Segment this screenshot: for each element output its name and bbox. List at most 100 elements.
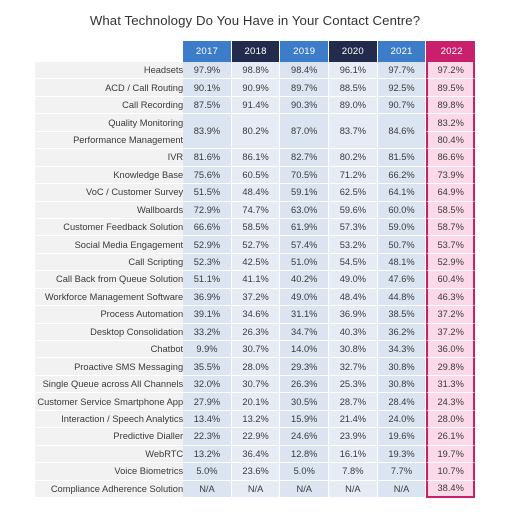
- cell-2020: 32.7%: [329, 358, 378, 376]
- row-label: Compliance Adherence Solution: [35, 480, 184, 498]
- cell-2020: 59.6%: [329, 201, 378, 219]
- cell-2020: 48.4%: [329, 288, 378, 307]
- cell-2018: N/A: [231, 480, 281, 498]
- cell-2018: 20.1%: [231, 393, 281, 411]
- row-label: Customer Service Smartphone App: [35, 393, 184, 411]
- table-row: Call Back from Queue Solution 51.1% 41.1% 4…: [35, 271, 475, 289]
- table-row: Proactive SMS Messaging 35.5% 28.0% 29.3% 32…: [35, 358, 475, 376]
- header-row: 2017 2018 2019 2020 2021 2022: [35, 41, 475, 62]
- cell-2018: 58.5%: [231, 218, 281, 237]
- cell-2019: 98.4%: [280, 62, 330, 80]
- cell-2017: 97.9%: [183, 62, 232, 80]
- cell-2017: 33.2%: [183, 323, 232, 341]
- cell-2017: 87.5%: [183, 96, 232, 115]
- cell-2021: 34.3%: [377, 341, 427, 359]
- cell-2019: 24.6%: [280, 428, 330, 446]
- cell-2019: 29.3%: [280, 358, 330, 376]
- cell-2022: 26.1%: [426, 428, 475, 446]
- column-header-2021: 2021: [377, 41, 427, 62]
- table-row: Call Recording 87.5% 91.4% 90.3% 89.0% 90.7% 8…: [35, 96, 475, 115]
- cell-2019: 40.2%: [280, 271, 330, 289]
- cell-2019: 90.3%: [280, 96, 330, 115]
- cell-2019: 57.4%: [280, 236, 330, 254]
- row-label: Quality Monitoring: [35, 114, 184, 132]
- table-row: Workforce Management Software 36.9% 37.2% 4…: [35, 288, 475, 307]
- cell-2018: 28.0%: [231, 358, 281, 376]
- cell-2017: 75.6%: [183, 166, 232, 185]
- table-row: Quality Monitoring 83.9% 80.2% 87.0% 83.7% 84…: [35, 114, 475, 150]
- cell-2021: 30.8%: [377, 358, 427, 376]
- cell-2020: 71.2%: [329, 166, 378, 185]
- cell-2021: N/A: [377, 480, 427, 498]
- cell-2020: 62.5%: [329, 184, 378, 202]
- row-label: Knowledge Base: [35, 166, 184, 185]
- row-label: Wallboards: [35, 201, 184, 219]
- table-page: What Technology Do You Have in Your Cont…: [0, 0, 510, 515]
- cell-2018: 91.4%: [231, 96, 281, 115]
- cell-2022: 83.2%: [426, 114, 475, 132]
- cell-2022: 97.2%: [426, 62, 475, 80]
- cell-2019: 30.5%: [280, 393, 330, 411]
- cell-2022: 37.2%: [426, 306, 475, 324]
- table-row: Process Automation 39.1% 34.6% 31.1% 36.9% 38…: [35, 306, 475, 324]
- cell-2017: 5.0%: [183, 463, 232, 481]
- column-header-2022: 2022: [426, 41, 475, 62]
- table-row: Desktop Consolidation 33.2% 26.3% 34.7% 40.3…: [35, 323, 475, 341]
- cell-2017: 90.1%: [183, 79, 232, 97]
- cell-2017: 39.1%: [183, 306, 232, 324]
- cell-2017: 32.0%: [183, 375, 232, 394]
- row-label: Headsets: [35, 62, 184, 80]
- cell-2021: 19.3%: [377, 445, 427, 464]
- cell-2022: 53.7%: [426, 236, 475, 254]
- header-corner-cell: [35, 41, 184, 62]
- cell-2020: 21.4%: [329, 410, 378, 429]
- table-row: Voice Biometrics 5.0% 23.6% 5.0% 7.8% 7.7% 10.…: [35, 463, 475, 481]
- cell-2019: 82.7%: [280, 149, 330, 167]
- cell-2017: 13.4%: [183, 410, 232, 429]
- row-label: Single Queue across All Channels: [35, 375, 184, 394]
- row-label: Process Automation: [35, 306, 184, 324]
- cell-2022: 31.3%: [426, 375, 475, 394]
- cell-2019: 49.0%: [280, 288, 330, 307]
- column-header-2020: 2020: [329, 41, 378, 62]
- cell-2018: 80.2%: [231, 114, 281, 150]
- cell-2022: 58.7%: [426, 218, 475, 237]
- cell-2017: N/A: [183, 480, 232, 498]
- row-label: Voice Biometrics: [35, 463, 184, 481]
- cell-2022: 24.3%: [426, 393, 475, 411]
- cell-2018: 23.6%: [231, 463, 281, 481]
- table-body: Headsets 97.9% 98.8% 98.4% 96.1% 97.7% 97.2% AC…: [35, 62, 475, 498]
- cell-2022: 86.6%: [426, 149, 475, 167]
- cell-2019: 87.0%: [280, 114, 330, 150]
- cell-2021: 97.7%: [377, 62, 427, 80]
- table-row: Predictive Dialler 22.3% 22.9% 24.6% 23.9% 19…: [35, 428, 475, 446]
- row-label: ACD / Call Routing: [35, 79, 184, 97]
- page-title: What Technology Do You Have in Your Cont…: [89, 13, 421, 28]
- cell-2022: 38.4%: [426, 480, 475, 498]
- cell-2020: 25.3%: [329, 375, 378, 394]
- table-row: Knowledge Base 75.6% 60.5% 70.5% 71.2% 66.2% 7…: [35, 166, 475, 185]
- cell-2019: 26.3%: [280, 375, 330, 394]
- cell-2019: 51.0%: [280, 253, 330, 272]
- cell-2020: 16.1%: [329, 445, 378, 464]
- table-row: Customer Service Smartphone App 27.9% 20.1…: [35, 393, 475, 411]
- cell-2021: 66.2%: [377, 166, 427, 185]
- technology-table-container: 2017 2018 2019 2020 2021 2022 Headsets 97…: [35, 41, 475, 498]
- cell-2022: 46.3%: [426, 288, 475, 307]
- cell-2019: 12.8%: [280, 445, 330, 464]
- cell-2018: 37.2%: [231, 288, 281, 307]
- cell-2021: 59.0%: [377, 218, 427, 237]
- cell-2020: 23.9%: [329, 428, 378, 446]
- cell-2018: 48.4%: [231, 184, 281, 202]
- row-label: Proactive SMS Messaging: [35, 358, 184, 376]
- cell-2022: 58.5%: [426, 201, 475, 219]
- table-row: IVR 81.6% 86.1% 82.7% 80.2% 81.5% 86.6%: [35, 149, 475, 167]
- table-row: Chatbot 9.9% 30.7% 14.0% 30.8% 34.3% 36.0%: [35, 341, 475, 359]
- cell-2022: 64.9%: [426, 184, 475, 202]
- cell-2020: 57.3%: [329, 218, 378, 237]
- cell-2018: 74.7%: [231, 201, 281, 219]
- cell-2020: 30.8%: [329, 341, 378, 359]
- cell-2017: 72.9%: [183, 201, 232, 219]
- cell-2018: 98.8%: [231, 62, 281, 80]
- cell-2019: 5.0%: [280, 463, 330, 481]
